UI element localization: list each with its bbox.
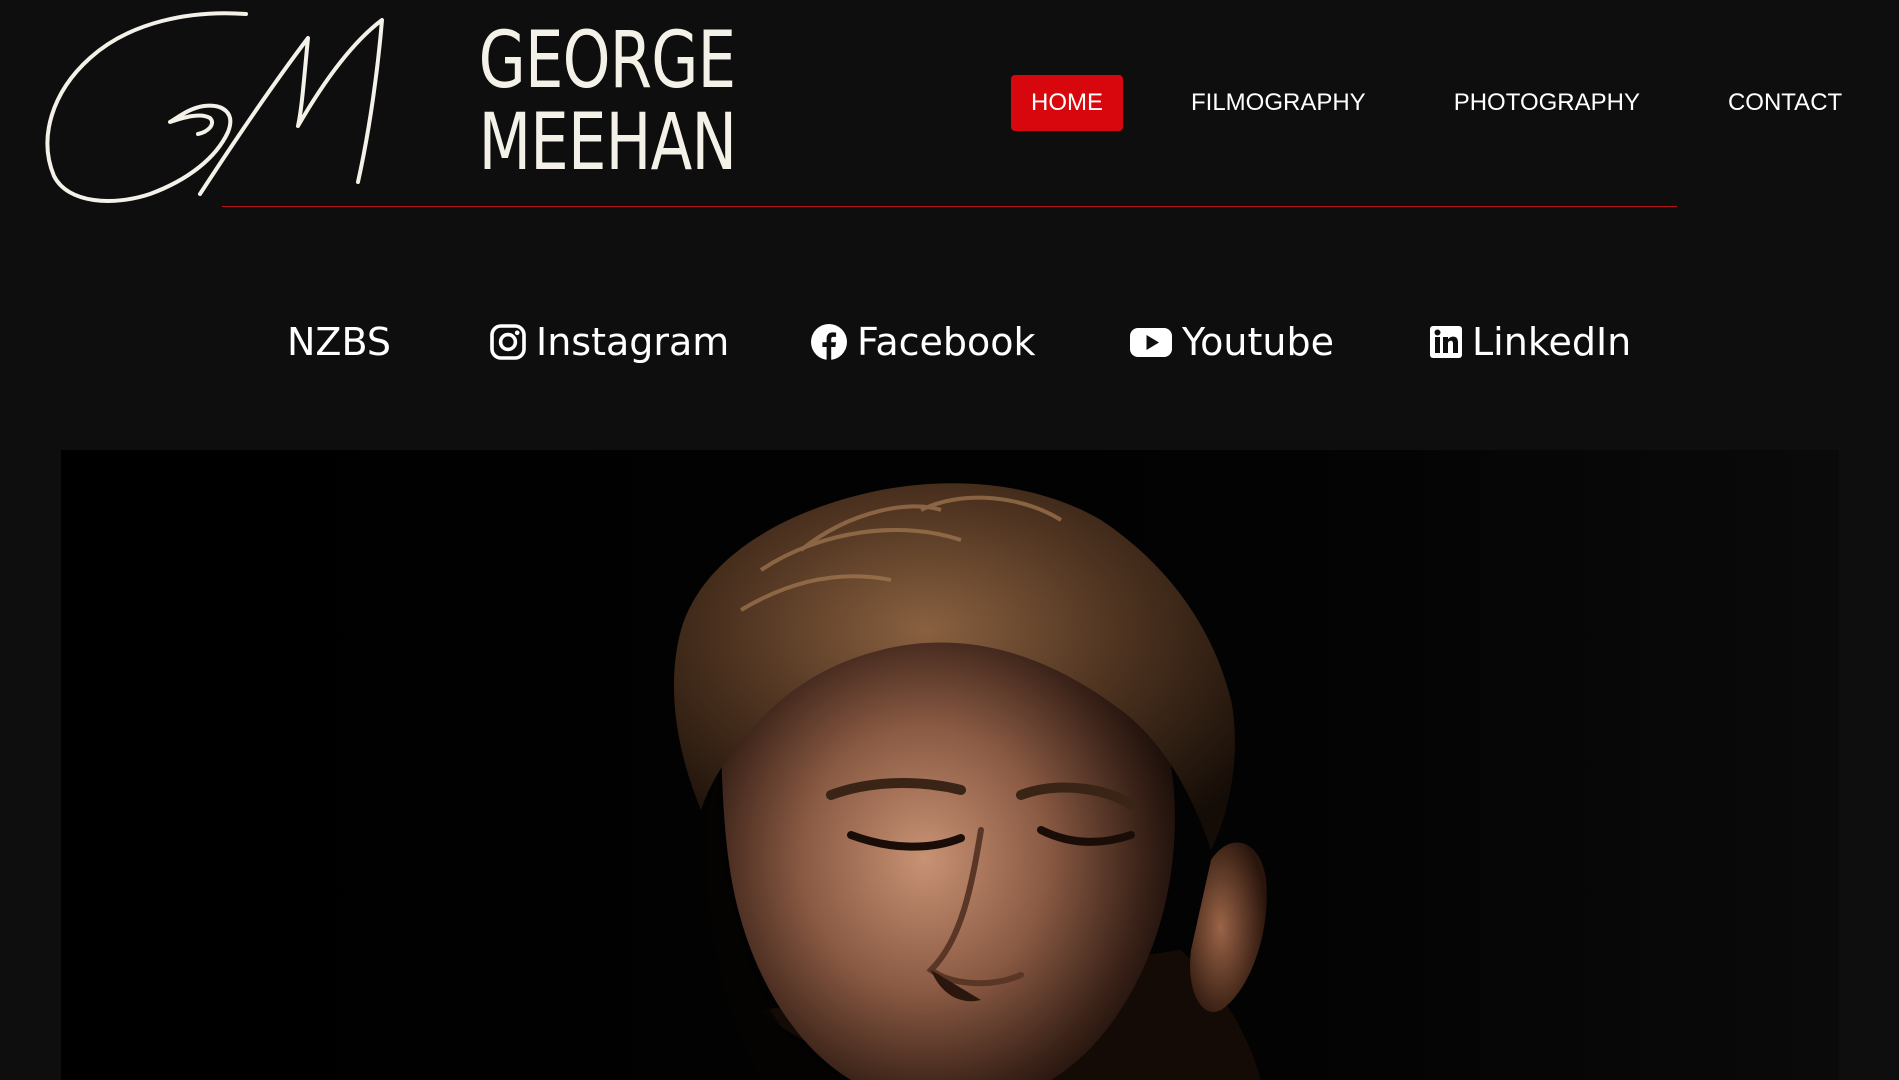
social-link-instagram[interactable]: Instagram (489, 312, 729, 372)
hero-portrait-photo (61, 450, 1839, 1080)
nav-item-filmography[interactable]: FILMOGRAPHY (1171, 75, 1386, 131)
social-link-label: Facebook (857, 320, 1036, 364)
nav-item-contact[interactable]: CONTACT (1708, 75, 1862, 131)
nav-item-home[interactable]: HOME (1011, 75, 1123, 131)
site-title-last: MEEHAN (478, 98, 737, 188)
main-nav: HOME FILMOGRAPHY PHOTOGRAPHY CONTACT (1011, 75, 1862, 131)
social-link-label: Youtube (1182, 320, 1334, 364)
site-title[interactable]: GEORGE MEEHAN (478, 16, 737, 188)
social-link-label: Instagram (536, 320, 730, 364)
gm-monogram-logo[interactable] (40, 8, 390, 204)
nav-item-photography[interactable]: PHOTOGRAPHY (1434, 75, 1660, 131)
header-divider (222, 206, 1677, 207)
linkedin-icon (1429, 323, 1463, 361)
social-link-label: LinkedIn (1472, 320, 1632, 364)
social-link-label: NZBS (287, 320, 391, 364)
social-link-youtube[interactable]: Youtube (1129, 312, 1334, 372)
social-link-linkedin[interactable]: LinkedIn (1429, 312, 1631, 372)
social-link-facebook[interactable]: Facebook (810, 312, 1036, 372)
youtube-icon (1129, 323, 1173, 361)
page: GEORGE MEEHAN HOME FILMOGRAPHY PHOTOGRAP… (0, 0, 1899, 1080)
facebook-icon (810, 323, 848, 361)
instagram-icon (489, 323, 527, 361)
social-link-nzbs[interactable]: NZBS (287, 312, 391, 372)
site-title-first: GEORGE (478, 16, 736, 106)
social-links: NZBS Instagram Facebook Youtube LinkedIn (0, 312, 1899, 372)
